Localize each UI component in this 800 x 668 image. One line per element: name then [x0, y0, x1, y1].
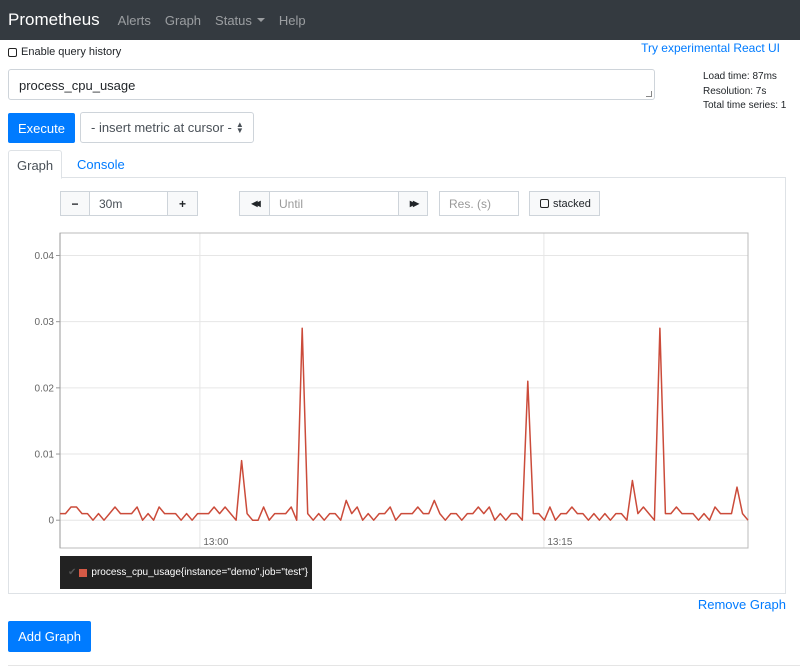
stacked-label: stacked [553, 197, 591, 210]
query-stats: Load time: 87ms Resolution: 7s Total tim… [703, 70, 786, 114]
time-back-button[interactable]: ◀◀ [239, 191, 270, 216]
resolution: Resolution: 7s [703, 85, 767, 97]
fast-forward-icon: ▶▶ [409, 199, 419, 208]
query-history-label: Enable query history [21, 46, 122, 58]
brand-link[interactable]: Prometheus [8, 10, 100, 30]
execute-button[interactable]: Execute [8, 113, 75, 143]
add-graph-button[interactable]: Add Graph [8, 621, 91, 652]
range-input[interactable]: 30m [89, 191, 168, 216]
until-input[interactable]: Until [269, 191, 399, 216]
panel-tabs: Graph Console [8, 150, 786, 179]
navbar: Prometheus Alerts Graph Status Help [0, 0, 800, 40]
nav-status-dropdown[interactable]: Status [215, 13, 265, 28]
select-arrows-icon: ▲ ▼ [235, 119, 244, 135]
range-increase-button[interactable]: + [167, 191, 198, 216]
nav-help[interactable]: Help [279, 13, 306, 28]
query-history-checkbox[interactable] [8, 47, 17, 57]
insert-metric-select[interactable]: - insert metric at cursor - ▲ ▼ [80, 112, 254, 143]
range-decrease-button[interactable]: − [60, 191, 90, 216]
query-history-toggle[interactable]: Enable query history [8, 46, 121, 58]
remove-graph-link[interactable]: Remove Graph [698, 597, 786, 612]
time-forward-button[interactable]: ▶▶ [398, 191, 428, 216]
divider [8, 665, 800, 666]
react-ui-link[interactable]: Try experimental React UI [641, 41, 780, 55]
legend-series-label: process_cpu_usage{instance="demo",job="t… [91, 567, 308, 578]
nav-alerts[interactable]: Alerts [118, 13, 151, 28]
insert-metric-selected: - insert metric at cursor - [91, 120, 232, 135]
resolution-input[interactable]: Res. (s) [439, 191, 519, 216]
nav-graph[interactable]: Graph [165, 13, 201, 28]
caret-down-icon [256, 18, 265, 22]
resize-handle-icon[interactable] [646, 91, 652, 97]
tab-graph[interactable]: Graph [8, 150, 63, 179]
expression-value: process_cpu_usage [19, 78, 136, 93]
stacked-toggle[interactable]: stacked [529, 191, 600, 216]
load-time: Load time: 87ms [703, 71, 777, 82]
check-icon: ✔ [68, 567, 77, 578]
stacked-checkbox[interactable] [540, 199, 549, 208]
tab-console[interactable]: Console [69, 150, 133, 179]
series-color-swatch [79, 568, 88, 577]
rewind-icon: ◀◀ [251, 199, 260, 208]
chart-legend[interactable]: ✔ process_cpu_usage{instance="demo",job=… [60, 556, 312, 589]
nav-status-label: Status [215, 12, 252, 28]
total-series: Total time series: 1 [703, 100, 787, 111]
graph-panel [8, 178, 786, 594]
expression-input[interactable]: process_cpu_usage [8, 69, 655, 100]
